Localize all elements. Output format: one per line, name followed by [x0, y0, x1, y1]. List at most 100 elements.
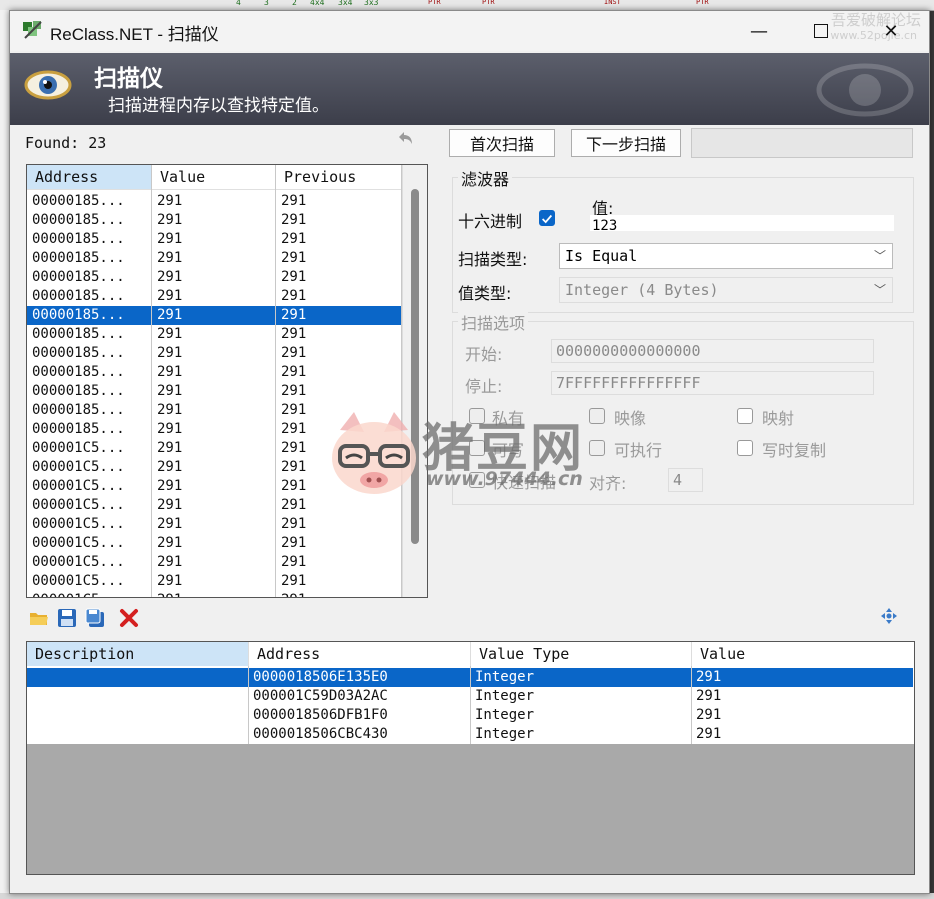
- executable-checkbox[interactable]: [589, 440, 605, 456]
- saved-address: 0000018506DFB1F0: [253, 707, 388, 723]
- result-previous: 291: [281, 326, 307, 342]
- result-row[interactable]: 000001C5... 291 291: [27, 572, 401, 591]
- saved-description: [27, 668, 31, 687]
- result-previous: 291: [281, 212, 307, 228]
- value-type-select[interactable]: Integer (4 Bytes) ﹀: [559, 277, 893, 303]
- result-value: 291: [157, 231, 183, 247]
- result-row[interactable]: 000001C5... 291 291: [27, 534, 401, 553]
- scan-type-select[interactable]: Is Equal ﹀: [559, 243, 893, 269]
- saved-value: 291: [696, 707, 722, 723]
- results-header: Address Value Previous: [27, 165, 402, 190]
- result-row[interactable]: 00000185... 291 291: [27, 211, 401, 230]
- result-row[interactable]: 00000185... 291 291: [27, 306, 401, 325]
- private-label: 私有: [492, 409, 525, 428]
- image-checkbox[interactable]: [589, 408, 605, 424]
- result-row[interactable]: 00000185... 291 291: [27, 192, 401, 211]
- result-value: 291: [157, 478, 183, 494]
- column-address[interactable]: Address: [249, 642, 471, 666]
- result-row[interactable]: 00000185... 291 291: [27, 344, 401, 363]
- found-count: Found: 23: [25, 134, 107, 152]
- align-input[interactable]: 4: [668, 468, 703, 492]
- result-address: 000001C5...: [32, 516, 125, 532]
- column-address[interactable]: Address: [27, 165, 152, 189]
- result-value: 291: [157, 326, 183, 342]
- result-row[interactable]: 000001C5... 291 291: [27, 458, 401, 477]
- result-value: 291: [157, 516, 183, 532]
- scan-type-value: Is Equal: [565, 247, 638, 265]
- stop-address-input[interactable]: 7FFFFFFFFFFFFFFF: [551, 371, 874, 395]
- column-value[interactable]: Value: [692, 642, 914, 666]
- saved-addresses-list[interactable]: Description Address Value Type Value 000…: [26, 641, 915, 875]
- result-value: 291: [157, 535, 183, 551]
- saved-value: 291: [696, 726, 722, 742]
- result-address: 000001C5...: [27, 591, 125, 597]
- open-folder-icon[interactable]: [28, 607, 50, 629]
- result-address: 00000185...: [32, 383, 125, 399]
- result-value: 291: [157, 288, 183, 304]
- start-label: 开始:: [465, 345, 503, 364]
- saved-address: 000001C59D03A2AC: [253, 688, 388, 704]
- title-bar[interactable]: ReClass.NET - 扫描仪 吾爱破解论坛 www.52pojie.cn …: [10, 11, 929, 51]
- result-row[interactable]: 000001C5... 291 291: [27, 591, 401, 597]
- column-value-type[interactable]: Value Type: [471, 642, 692, 666]
- result-row[interactable]: 00000185... 291 291: [27, 401, 401, 420]
- result-value: 291: [157, 307, 183, 323]
- delete-icon[interactable]: [118, 607, 140, 629]
- move-icon[interactable]: [880, 607, 898, 625]
- result-row[interactable]: 000001C5... 291 291: [27, 515, 401, 534]
- minimize-button[interactable]: —: [736, 11, 782, 51]
- result-previous: 291: [281, 193, 307, 209]
- result-row[interactable]: 000001C5... 291 291: [27, 477, 401, 496]
- private-checkbox[interactable]: [469, 408, 485, 424]
- result-value: 291: [157, 554, 183, 570]
- writable-checkbox[interactable]: [469, 440, 485, 456]
- copy-on-write-checkbox[interactable]: [737, 440, 753, 456]
- result-row[interactable]: 00000185... 291 291: [27, 249, 401, 268]
- result-row[interactable]: 00000185... 291 291: [27, 382, 401, 401]
- column-description[interactable]: Description: [27, 642, 249, 666]
- result-previous: 291: [281, 478, 307, 494]
- column-divider: [691, 666, 692, 744]
- start-address-input[interactable]: 0000000000000000: [551, 339, 874, 363]
- result-previous: 291: [281, 345, 307, 361]
- close-button[interactable]: ✕: [868, 11, 914, 51]
- column-previous[interactable]: Previous: [276, 165, 402, 189]
- maximize-button[interactable]: [798, 11, 844, 51]
- hex-checkbox[interactable]: [539, 210, 555, 226]
- result-row[interactable]: 00000185... 291 291: [27, 420, 401, 439]
- copy-on-write-label: 写时复制: [762, 441, 827, 460]
- results-list[interactable]: Address Value Previous 00000185... 291 291…: [26, 164, 428, 598]
- undo-icon[interactable]: [395, 129, 415, 149]
- result-row[interactable]: 00000185... 291 291: [27, 268, 401, 287]
- column-value[interactable]: Value: [152, 165, 276, 189]
- result-address: 00000185...: [32, 250, 125, 266]
- result-row[interactable]: 00000185... 291 291: [27, 287, 401, 306]
- executable-label: 可执行: [614, 441, 663, 460]
- result-row[interactable]: 00000185... 291 291: [27, 363, 401, 382]
- result-previous: 291: [281, 421, 307, 437]
- chevron-down-icon: ﹀: [873, 283, 886, 297]
- result-row[interactable]: 000001C5... 291 291: [27, 439, 401, 458]
- hex-label: 十六进制: [458, 212, 523, 231]
- result-row[interactable]: 000001C5... 291 291: [27, 496, 401, 515]
- next-scan-button[interactable]: 下一步扫描: [571, 129, 681, 157]
- result-previous: 291: [281, 288, 307, 304]
- save-icon[interactable]: [56, 607, 78, 629]
- mapped-checkbox[interactable]: [737, 408, 753, 424]
- result-address: 00000185...: [32, 326, 125, 342]
- fast-scan-checkbox[interactable]: [469, 472, 485, 488]
- result-row[interactable]: 000001C5... 291 291: [27, 553, 401, 572]
- result-address: 000001C5...: [32, 497, 125, 513]
- first-scan-button[interactable]: 首次扫描: [449, 129, 555, 157]
- result-previous: 291: [281, 231, 307, 247]
- save-as-icon[interactable]: [84, 607, 106, 629]
- result-row[interactable]: 00000185... 291 291: [27, 230, 401, 249]
- results-scroll-thumb[interactable]: [411, 189, 419, 544]
- result-row[interactable]: 00000185... 291 291: [27, 325, 401, 344]
- result-value: 291: [157, 193, 183, 209]
- result-value: 291: [157, 383, 183, 399]
- value-input[interactable]: 123: [590, 215, 894, 231]
- saved-description: [27, 706, 31, 725]
- results-scrollbar[interactable]: [402, 165, 427, 597]
- result-value: 291: [157, 421, 183, 437]
